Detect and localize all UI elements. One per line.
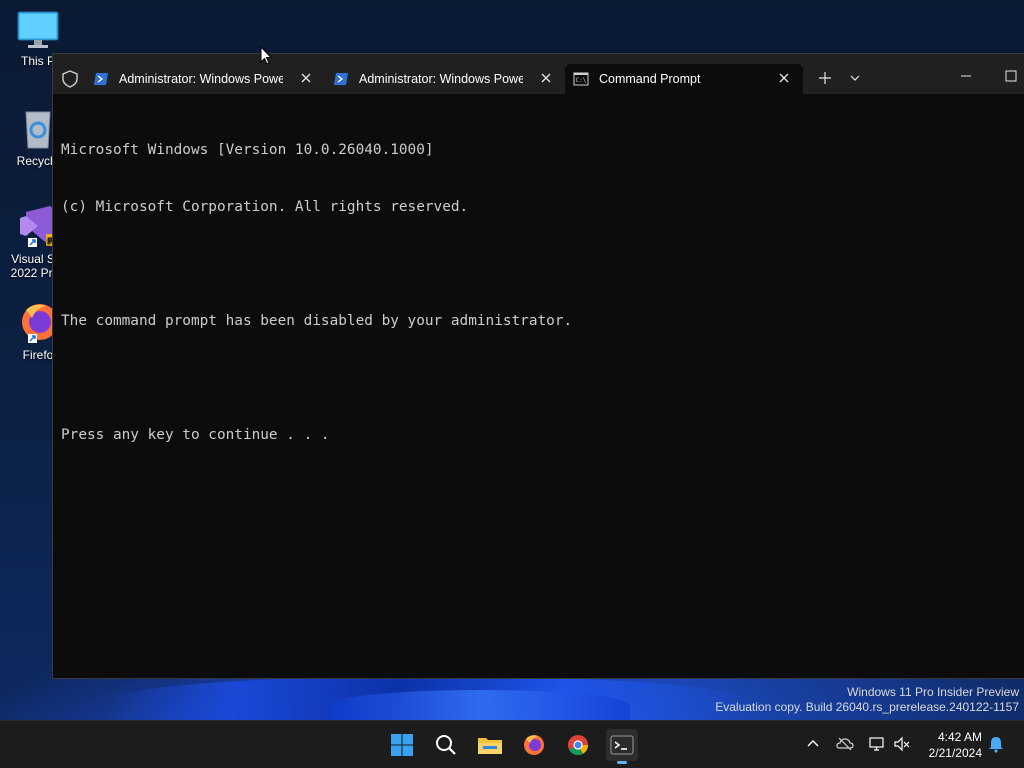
powershell-icon [334, 73, 348, 85]
onedrive-offline-icon[interactable] [836, 735, 854, 753]
watermark-line: Windows 11 Pro Insider Preview [847, 685, 1019, 699]
monitor-icon [17, 11, 59, 48]
folder-icon [478, 738, 502, 754]
console-output[interactable]: Microsoft Windows [Version 10.0.26040.10… [61, 103, 572, 483]
firefox-taskbar-button[interactable] [518, 729, 550, 761]
console-line: ​ [61, 255, 572, 274]
console-line: Press any key to continue . . . [61, 427, 330, 443]
taskbar-clock[interactable]: 4:42 AM 2/21/2024 [929, 729, 982, 761]
network-icon[interactable] [868, 735, 886, 753]
tab-powershell-1[interactable]: Administrator: Windows PowerShell [85, 64, 325, 94]
clock-date: 2/21/2024 [928, 746, 982, 760]
chrome-taskbar-button[interactable] [562, 729, 594, 761]
tab-bar: Administrator: Windows PowerShell Admini… [53, 54, 1024, 94]
close-icon[interactable] [539, 71, 553, 85]
search-icon [436, 735, 456, 755]
cmd-icon: C:\ [573, 72, 589, 86]
close-icon[interactable] [299, 71, 313, 85]
svg-text:C:\: C:\ [576, 77, 587, 84]
wallpaper-wave-accent [330, 690, 630, 720]
tab-title: Administrator: Windows PowerShell [359, 72, 523, 86]
desktop-icon-label: Firefo [22, 348, 54, 362]
terminal-window[interactable]: Administrator: Windows PowerShell Admini… [52, 53, 1024, 679]
evaluation-watermark: Windows 11 Pro Insider Preview Evaluatio… [715, 685, 1019, 715]
terminal-taskbar-button[interactable] [606, 729, 638, 764]
console-line: The command prompt has been disabled by … [61, 313, 573, 329]
terminal-icon [610, 735, 634, 755]
chrome-icon [568, 735, 589, 756]
mouse-cursor-icon [260, 46, 272, 65]
file-explorer-button[interactable] [474, 729, 506, 761]
powershell-icon [94, 73, 108, 85]
chevron-down-icon[interactable] [847, 70, 863, 86]
chevron-up-icon[interactable] [804, 735, 822, 753]
new-tab-icon[interactable] [817, 70, 833, 86]
taskbar: 4:42 AM 2/21/2024 [0, 720, 1024, 768]
notification-bell-icon[interactable] [987, 735, 1005, 753]
console-line: ​ [61, 369, 572, 388]
tab-command-prompt[interactable]: C:\ Command Prompt [565, 64, 803, 94]
volume-muted-icon[interactable] [893, 735, 911, 753]
shield-icon [62, 70, 78, 88]
watermark-line: Evaluation copy. Build 26040.rs_prerelea… [715, 700, 1019, 714]
clock-time: 4:42 AM [937, 730, 982, 744]
console-line: Microsoft Windows [Version 10.0.26040.10… [61, 142, 434, 158]
desktop-icon-label: This P [20, 54, 55, 68]
search-button[interactable] [430, 729, 462, 761]
active-app-indicator [617, 761, 627, 764]
tab-powershell-2[interactable]: Administrator: Windows PowerShell [325, 64, 565, 94]
minimize-icon[interactable] [958, 68, 974, 84]
start-button[interactable] [386, 729, 418, 761]
tab-title: Command Prompt [599, 72, 701, 86]
windows-logo-icon [391, 734, 413, 756]
console-line: (c) Microsoft Corporation. All rights re… [61, 199, 469, 215]
tab-title: Administrator: Windows PowerShell [119, 72, 283, 86]
maximize-icon[interactable] [1003, 68, 1019, 84]
close-icon[interactable] [777, 71, 791, 85]
firefox-icon [524, 735, 544, 755]
